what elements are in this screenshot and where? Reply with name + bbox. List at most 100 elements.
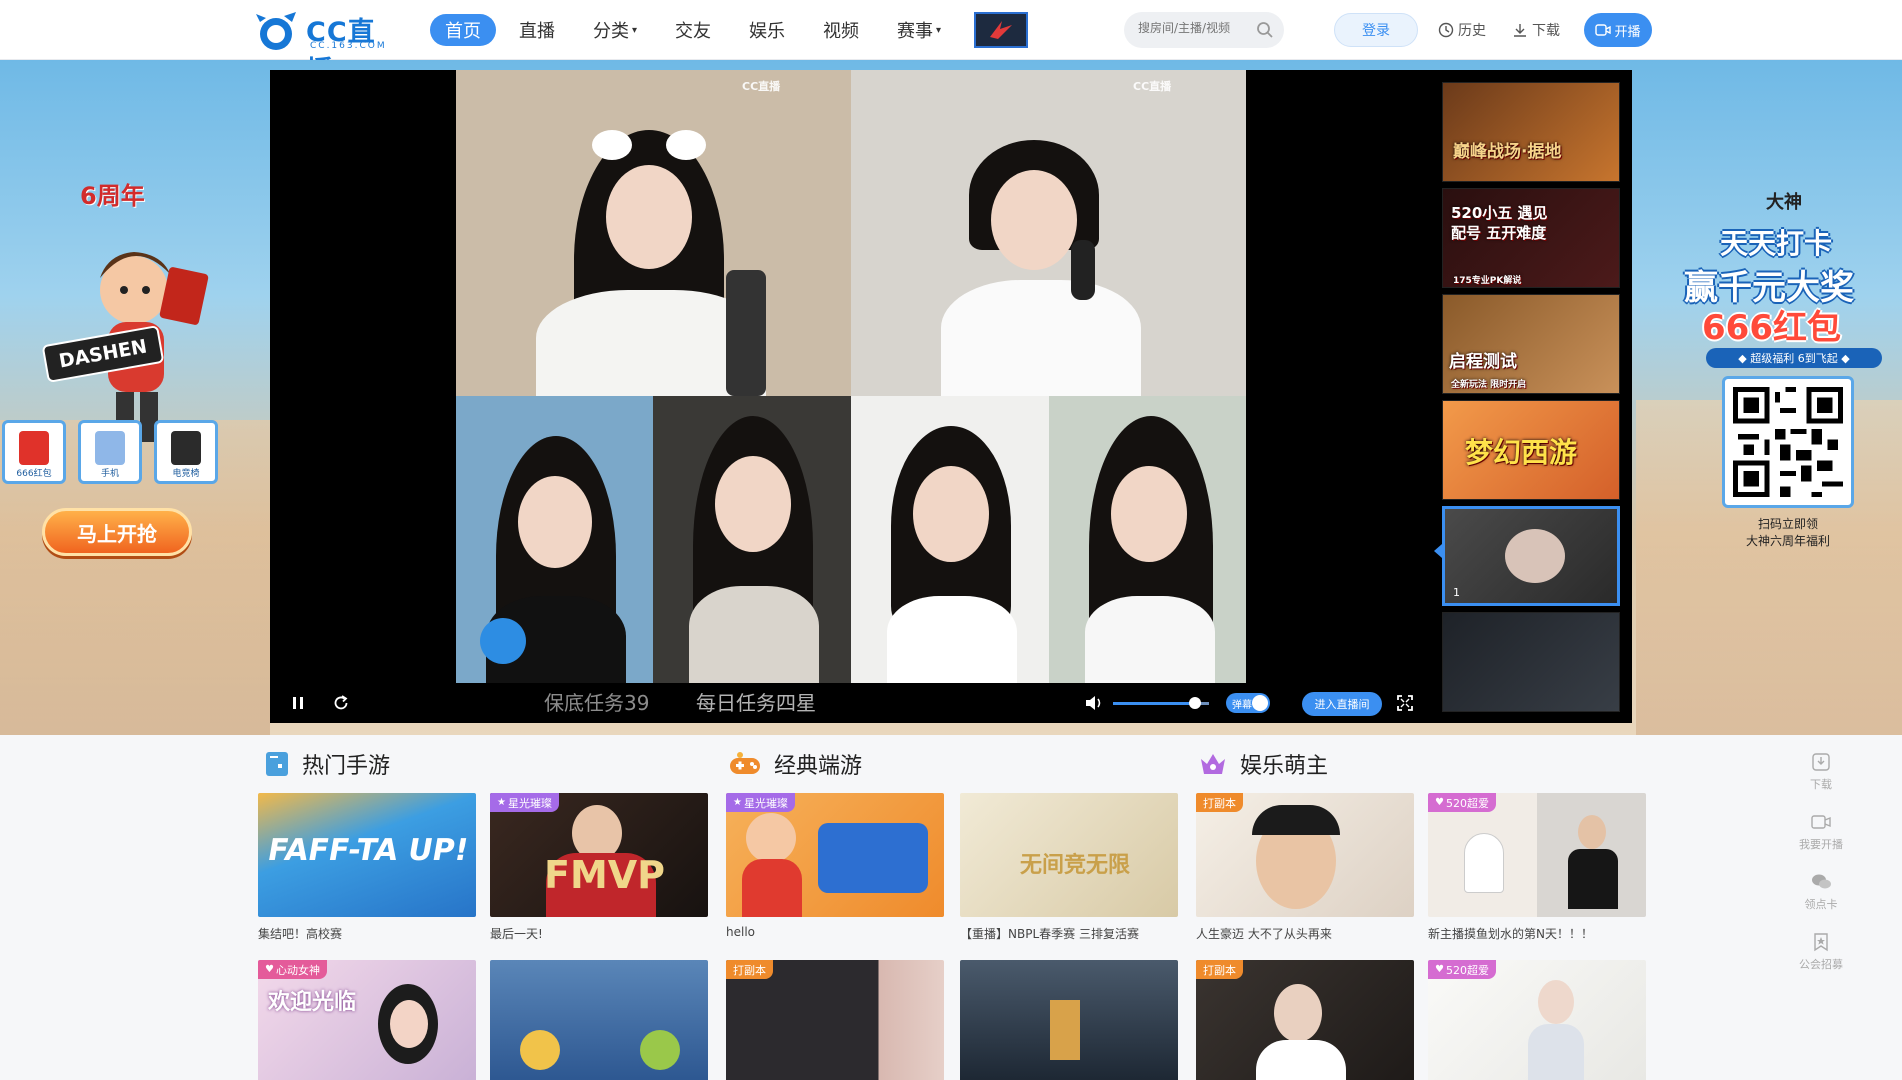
card-tag-label: 打副本 <box>1203 796 1236 810</box>
prize-list: 666红包 手机 电竞椅 <box>2 420 230 484</box>
stream-card[interactable]: FAFF-TA UP! 集结吧！高校赛 <box>258 793 476 942</box>
nav-social[interactable]: 交友 <box>660 14 726 46</box>
stream-card[interactable]: 欢迎光临 ♥ 心动女神 <box>258 960 476 1080</box>
card-tag: 打副本 <box>726 960 773 979</box>
stream-card[interactable]: 打副本 人生豪迈 大不了从头再来 <box>1196 793 1414 942</box>
fullscreen-icon[interactable] <box>1396 694 1414 712</box>
login-button[interactable]: 登录 <box>1334 13 1418 47</box>
channel-thumb-4[interactable]: 梦幻西游 <box>1442 400 1620 500</box>
section-title: 热门手游 <box>302 754 391 779</box>
card-thumbnail: 打副本 <box>1196 793 1414 917</box>
card-tag: ★ 星光璀璨 <box>726 793 795 812</box>
card-caption: 集结吧！高校赛 <box>258 927 343 941</box>
enter-room-button[interactable]: 进入直播间 <box>1302 692 1382 716</box>
thumb-index: 1 <box>1453 586 1460 599</box>
nav-entertainment[interactable]: 娱乐 <box>734 14 800 46</box>
anniversary-title: 6周年 <box>80 182 145 210</box>
stream-cell-1: CC直播 <box>456 70 851 396</box>
refresh-icon[interactable] <box>332 694 350 712</box>
nav-home[interactable]: 首页 <box>430 14 496 46</box>
stream-card[interactable]: 打副本 <box>726 960 944 1080</box>
stream-card[interactable] <box>490 960 708 1080</box>
stream-card[interactable]: ★ 星光璀璨 hello <box>726 793 944 939</box>
stream-card[interactable]: ♥ 520超爱 新主播摸鱼划水的第N天！！！ <box>1428 793 1646 942</box>
card-thumbnail: 打副本 <box>726 960 944 1080</box>
download-link[interactable]: 下载 <box>1512 20 1560 40</box>
thumb-subtitle: 175专业PK解说 <box>1453 276 1522 286</box>
tool-guild-recruit[interactable]: 公会招募 <box>1786 932 1856 992</box>
search-box <box>1124 12 1284 48</box>
qr-caption-line-1: 扫码立即领 <box>1757 517 1818 531</box>
nav-live[interactable]: 直播 <box>504 14 570 46</box>
cc-watermark: CC直播 <box>1133 80 1172 93</box>
section-classic-pc[interactable]: 经典端游 <box>728 748 862 780</box>
stream-card[interactable]: ♥ 520超爱 <box>1428 960 1646 1080</box>
start-broadcast-button[interactable]: 开播 <box>1584 13 1652 47</box>
nav-events[interactable]: 赛事 ▾ <box>882 14 956 46</box>
prize-chair: 电竞椅 <box>154 420 218 484</box>
channel-thumb-1[interactable]: 巅峰战场·据地 <box>1442 82 1620 182</box>
section-hot-mobile[interactable]: 热门手游 <box>264 748 390 780</box>
grab-now-button[interactable]: 马上开抢 <box>42 508 192 556</box>
download-icon <box>1514 24 1526 37</box>
channel-thumb-6[interactable] <box>1442 612 1620 712</box>
qr-caption-line-2: 大神六周年福利 <box>1745 534 1830 548</box>
heart-icon: ♥ <box>1435 797 1444 808</box>
download-icon <box>1812 753 1830 771</box>
camera-icon <box>1811 815 1831 829</box>
section-entertainment[interactable]: 娱乐萌主 <box>1198 748 1328 780</box>
stream-card[interactable]: 打副本 <box>1196 960 1414 1080</box>
stream-card[interactable]: FMVP ★ 星光璀璨 最后一天! <box>490 793 708 942</box>
search-input[interactable] <box>1138 21 1256 35</box>
toggle-knob <box>1252 695 1268 711</box>
channel-thumb-3[interactable]: 启程测试 全新玩法 限时开启 <box>1442 294 1620 394</box>
volume-handle[interactable] <box>1188 697 1201 709</box>
volume-slider[interactable] <box>1113 697 1209 709</box>
card-tag-label: 心动女神 <box>275 963 320 977</box>
video-frame[interactable]: CC直播 CC直播 <box>456 70 1246 723</box>
danmu-toggle[interactable]: 弹幕 <box>1226 693 1270 713</box>
card-tag-label: 打副本 <box>1203 963 1236 977</box>
pause-icon[interactable] <box>290 695 306 711</box>
section-title: 娱乐萌主 <box>1240 754 1329 779</box>
nav-video[interactable]: 视频 <box>808 14 874 46</box>
prize-label: 手机 <box>100 469 119 479</box>
section-title: 经典端游 <box>774 754 863 779</box>
left-promo-banner[interactable]: 6周年 DASHEN 666红包 手机 电竞椅 马上开抢 <box>0 160 270 580</box>
cc-logo[interactable]: CC直播 CC.163.COM <box>254 8 400 87</box>
tool-label: 我要开播 <box>1799 838 1843 851</box>
chevron-down-icon: ▾ <box>632 24 638 36</box>
channel-thumb-5-active[interactable]: 1 <box>1442 506 1620 606</box>
tool-download[interactable]: 下载 <box>1786 752 1856 812</box>
stream-card[interactable]: 无间竞无限 【重播】NBPL春季赛 三排复活赛 <box>960 793 1178 942</box>
tool-point-card[interactable]: 领点卡 <box>1786 872 1856 932</box>
top-header: CC直播 CC.163.COM 首页 直播 分类▾ 交友 娱乐 视频 赛事▾ 登… <box>0 0 1902 87</box>
danmu-ticker-2: 每日任务四星 <box>696 691 816 715</box>
event-badge[interactable] <box>974 12 1029 48</box>
qr-code <box>1722 376 1854 508</box>
thumb-title: 梦幻西游 <box>1465 436 1578 469</box>
nav-category[interactable]: 分类 ▾ <box>578 14 652 46</box>
channel-thumb-2[interactable]: 520小五 遇见配号 五开难度 175专业PK解说 <box>1442 188 1620 288</box>
logo-subtext: CC.163.COM <box>310 41 387 51</box>
camera-icon <box>1595 24 1612 36</box>
star-icon: ★ <box>497 797 506 808</box>
volume-icon[interactable] <box>1084 694 1104 712</box>
live-player[interactable]: CC直播 CC直播 保底任务39 每日任务四星 弹幕 进入直播间 巅峰战场·据地… <box>270 70 1632 723</box>
heart-icon: ♥ <box>265 964 274 975</box>
crown-icon <box>1201 754 1225 774</box>
prize-label: 666红包 <box>16 469 52 479</box>
card-caption: 人生豪迈 大不了从头再来 <box>1196 927 1332 941</box>
card-thumbnail <box>960 960 1178 1080</box>
cc-logo-icon <box>256 12 296 50</box>
search-icon[interactable] <box>1256 21 1274 39</box>
nav-home-label: 首页 <box>445 21 481 42</box>
phone-icon <box>95 431 125 465</box>
card-tag: 打副本 <box>1196 960 1243 979</box>
tool-start-broadcast[interactable]: 我要开播 <box>1786 812 1856 872</box>
history-link[interactable]: 历史 <box>1438 20 1486 40</box>
stream-card[interactable] <box>960 960 1178 1080</box>
prize-label: 电竞椅 <box>172 469 200 479</box>
nav-entertainment-label: 娱乐 <box>749 21 786 42</box>
right-promo-banner[interactable]: 大神 天天打卡 赢千元大奖 666红包 ◆ 超级福利 6到飞起 ◆ 扫码立即领 … <box>1666 180 1902 560</box>
